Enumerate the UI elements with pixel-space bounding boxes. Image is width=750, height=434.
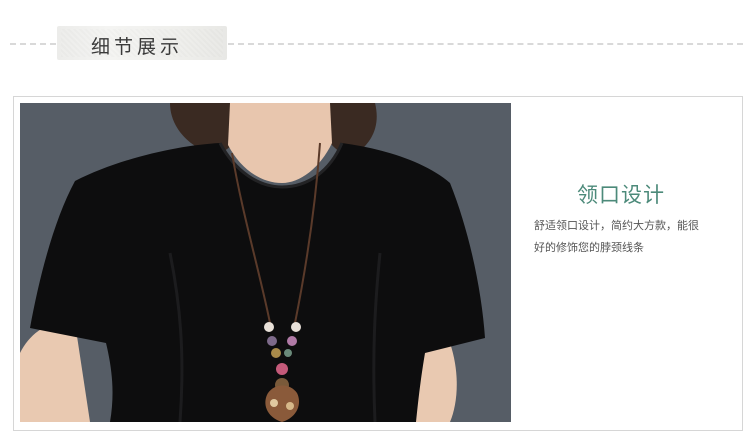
divider-right (228, 43, 743, 45)
detail-description-line: 舒适领口设计，简约大方款，能很 (534, 219, 699, 232)
product-photo (20, 103, 511, 422)
header-band: 细节展示 (0, 0, 750, 92)
section-title: 细节展示 (91, 36, 184, 58)
detail-title: 领口设计 (577, 183, 665, 207)
section-title-tag: 细节展示 (57, 26, 227, 60)
detail-description-line: 好的修饰您的脖颈线条 (534, 241, 644, 254)
product-photo-illustration (20, 103, 511, 422)
detail-info-panel: 领口设计 舒适领口设计，简约大方款，能很 好的修饰您的脖颈线条 (511, 103, 741, 422)
divider-left (10, 43, 56, 45)
detail-description: 舒适领口设计，简约大方款，能很 好的修饰您的脖颈线条 (534, 215, 724, 259)
